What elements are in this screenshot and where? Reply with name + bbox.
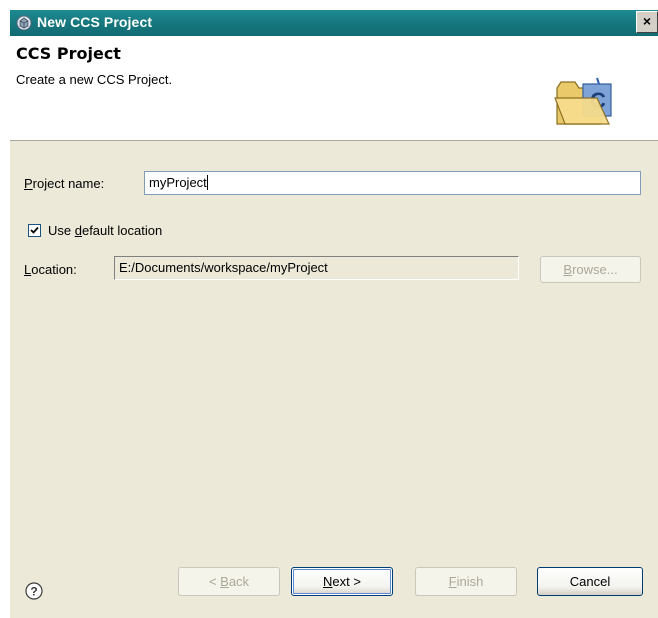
project-name-value: myProject: [149, 175, 207, 190]
wizard-banner: CCS Project Create a new CCS Project. C: [10, 36, 658, 141]
location-input[interactable]: E:/Documents/workspace/myProject: [114, 256, 519, 280]
browse-button[interactable]: Browse...: [540, 256, 641, 283]
next-button[interactable]: Next >: [291, 567, 393, 596]
back-button[interactable]: < Back: [178, 567, 280, 596]
help-icon[interactable]: ?: [25, 582, 43, 600]
title-bar[interactable]: New CCS Project ×: [10, 10, 658, 36]
page-description: Create a new CCS Project.: [16, 72, 173, 87]
window-title: New CCS Project: [37, 14, 153, 30]
close-button[interactable]: ×: [636, 11, 658, 33]
text-caret: [206, 175, 208, 190]
finish-button[interactable]: Finish: [415, 567, 517, 596]
ccs-project-icon: [16, 15, 32, 31]
location-value: E:/Documents/workspace/myProject: [119, 260, 328, 275]
project-name-label: Project name:: [24, 176, 105, 191]
location-label: Location:: [24, 262, 77, 277]
svg-text:?: ?: [30, 585, 37, 599]
use-default-location-label[interactable]: Use default location: [48, 223, 162, 238]
cancel-button[interactable]: Cancel: [537, 567, 643, 596]
page-title: CCS Project: [16, 44, 121, 63]
new-project-folder-icon: C: [554, 77, 612, 125]
check-mark-icon: [30, 226, 39, 234]
new-ccs-project-dialog: New CCS Project × CCS Project Create a n…: [10, 10, 658, 618]
use-default-location-checkbox[interactable]: [28, 224, 41, 237]
project-name-input[interactable]: myProject: [144, 171, 641, 195]
